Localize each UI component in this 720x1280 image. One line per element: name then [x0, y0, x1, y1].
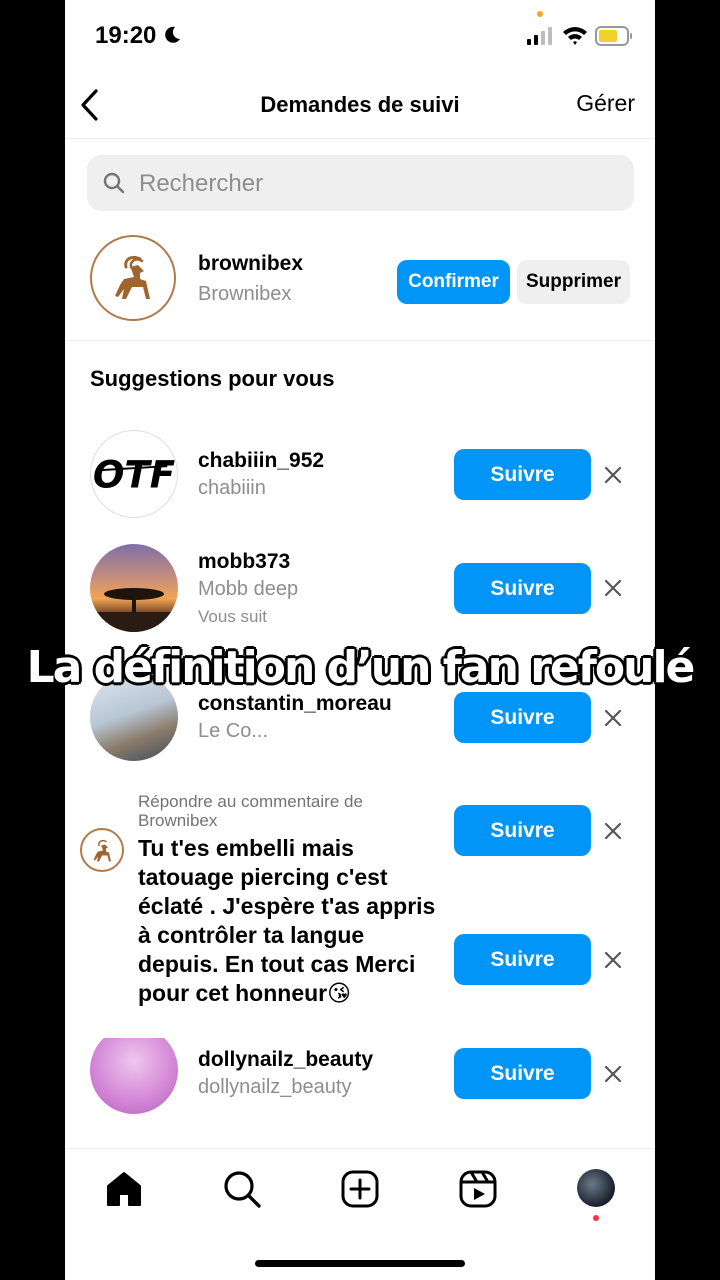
close-icon[interactable] — [603, 821, 623, 841]
home-icon — [107, 1172, 141, 1206]
avatar — [80, 828, 124, 872]
avatar[interactable]: OTF — [90, 430, 178, 518]
explore-icon — [224, 1171, 261, 1208]
close-icon[interactable] — [603, 578, 623, 598]
home-indicator[interactable] — [255, 1260, 465, 1267]
suggestions-heading: Suggestions pour vous — [90, 366, 335, 391]
moon-icon — [165, 26, 180, 43]
otf-logo-icon: OTF — [93, 454, 175, 497]
suggestion-fullname: Le Co... — [198, 720, 269, 742]
follow-button[interactable]: Suivre — [454, 449, 591, 500]
tab-create[interactable] — [340, 1169, 380, 1209]
notification-dot — [593, 1215, 599, 1221]
list-item[interactable]: dollynailz_beauty dollynailz_beauty Suiv… — [65, 1026, 655, 1130]
follow-button[interactable]: Suivre — [454, 934, 591, 985]
suggestion-fullname: chabiiin — [198, 477, 266, 499]
svg-text:OTF: OTF — [93, 454, 175, 497]
suggestion-username[interactable]: dollynailz_beauty — [198, 1048, 373, 1072]
follow-button[interactable]: Suivre — [454, 805, 591, 856]
manage-button[interactable]: Gérer — [576, 90, 635, 117]
avatar[interactable] — [90, 544, 178, 632]
page-title: Demandes de suivi — [260, 92, 460, 117]
close-icon[interactable] — [603, 708, 623, 728]
close-icon[interactable] — [603, 950, 623, 970]
tab-profile-avatar[interactable] — [577, 1169, 615, 1207]
suggestion-fullname: Mobb deep — [198, 578, 299, 600]
close-icon[interactable] — [603, 1064, 623, 1084]
tab-explore[interactable] — [222, 1169, 262, 1209]
request-username[interactable]: brownibex — [198, 252, 303, 276]
follows-you-label: Vous suit — [198, 607, 267, 626]
list-item[interactable]: OTF chabiiin_952 chabiiin Suivre — [65, 425, 655, 525]
ibex-logo-icon — [115, 255, 150, 299]
search-input[interactable] — [137, 155, 621, 213]
reels-icon — [459, 1170, 497, 1208]
reply-comment-overlay: Répondre au commentaire de Brownibex Tu … — [80, 788, 440, 1038]
search-icon — [103, 172, 125, 194]
avatar[interactable] — [90, 235, 176, 321]
close-icon[interactable] — [603, 465, 623, 485]
suggestion-username[interactable]: chabiiin_952 — [198, 449, 324, 473]
request-fullname: Brownibex — [198, 283, 292, 305]
tab-reels[interactable] — [458, 1169, 498, 1209]
reply-label: Répondre au commentaire de Brownibex — [138, 792, 363, 830]
battery-icon — [595, 26, 632, 46]
video-caption: La définition d’un fan refoulé — [26, 642, 696, 693]
status-time: 19:20 — [95, 22, 157, 49]
acacia-tree-image — [90, 588, 178, 632]
nav-header: Demandes de suivi Gérer — [65, 70, 655, 139]
avatar[interactable] — [90, 1026, 178, 1114]
follow-button[interactable]: Suivre — [454, 692, 591, 743]
search-bar[interactable] — [87, 155, 634, 213]
suggestion-fullname: dollynailz_beauty — [198, 1076, 352, 1098]
list-item[interactable]: mobb373 Mobb deep Vous suit Suivre — [65, 538, 655, 638]
status-bar: 19:20 — [65, 0, 655, 70]
wifi-icon — [563, 27, 587, 45]
delete-button[interactable]: Supprimer — [517, 260, 630, 304]
signal-icon — [527, 27, 552, 45]
follow-button[interactable]: Suivre — [454, 563, 591, 614]
tab-home[interactable] — [104, 1169, 144, 1209]
reply-comment-text: Tu t'es embelli mais tatouage piercing c… — [138, 835, 436, 1006]
follow-button[interactable]: Suivre — [454, 1048, 591, 1099]
create-icon — [341, 1170, 379, 1208]
follow-request-row[interactable]: brownibex Brownibex Confirmer Supprimer — [65, 230, 655, 341]
ibex-logo-icon — [93, 839, 111, 862]
privacy-indicator-dot — [537, 11, 543, 17]
confirm-button[interactable]: Confirmer — [397, 260, 510, 304]
suggestion-username[interactable]: mobb373 — [198, 550, 290, 574]
